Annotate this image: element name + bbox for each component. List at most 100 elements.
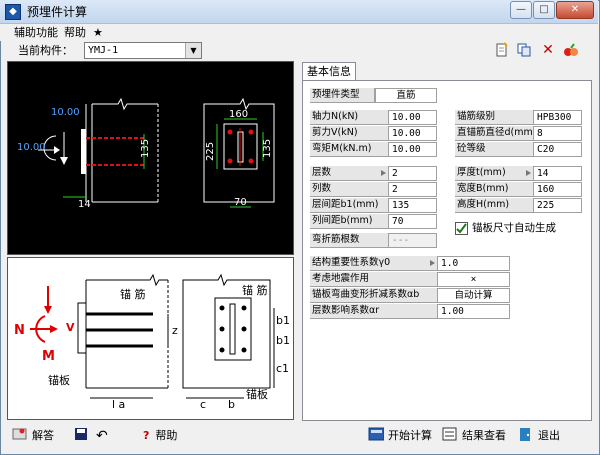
view-result-button[interactable]: 结果查看 [442,427,506,445]
start-calc-button[interactable]: 开始计算 [368,427,432,445]
diag-rebar-dot [219,305,225,311]
cad-rebar-dot [248,158,254,164]
layer-coef-label: 层数影响系数αr [310,304,438,319]
seismic-label: 考虑地震作用 [310,272,438,287]
cad-label-layer-spacing: 135 [262,139,273,158]
cad-rebar-dot [227,129,233,135]
save-button[interactable] [74,427,94,445]
autogen-checkbox[interactable] [455,222,468,235]
maximize-button[interactable]: □ [533,1,555,19]
bend-coef-value[interactable]: 自动计算 [438,288,510,303]
exit-button[interactable]: 退出 [518,427,560,445]
start-calc-button-label: 开始计算 [388,429,432,442]
concrete-value[interactable]: C20 [534,142,582,157]
bent-bars-input[interactable]: --- [389,233,437,248]
bend-coef-label: 锚板弯曲变形折减系数αb [310,288,438,303]
diag-label-c: c [200,398,206,411]
shear-label: 剪力V(kN) [310,126,389,141]
bent-bars-label: 弯折筋根数 [310,233,389,248]
col-spacing-input[interactable]: 70 [389,214,437,229]
tab-basic-info[interactable]: 基本信息 [302,62,356,81]
grade-label: 锚筋级别 [455,110,534,125]
cad-rebar-dot [227,158,233,164]
help-button-label: 帮助 [155,429,178,442]
flag-icon [526,170,531,176]
axial-input[interactable]: 10.00 [389,110,437,125]
diag-label-v: V [66,321,75,334]
schematic-drawing: 锚 筋 V N M z 锚板 l a 锚 筋 b1 b1 c1 c b 锚板 [14,273,290,411]
cad-label-thickness: 14 [78,199,91,210]
layer-spacing-input[interactable]: 135 [389,198,437,213]
toolbar: 当前构件： YMJ-1 ▼ ✕ [0,41,598,60]
diag-label-m: M [42,349,55,364]
delete-icon[interactable]: ✕ [540,42,556,58]
menu-favorite[interactable]: ★ [89,25,107,40]
menu-aux[interactable]: 辅助功能 [10,25,62,40]
diag-anchor-plate [77,302,87,354]
component-select-value: YMJ-1 [88,45,119,56]
cad-preview-drawing: 10.00 10.00 135 14 160 225 135 70 [17,97,275,210]
cad-label-axial: 10.00 [17,142,46,153]
diag-label-c1: c1 [276,362,289,375]
importance-label-text: 结构重要性系数γ0 [312,257,391,268]
axial-label: 轴力N(kN) [310,110,389,125]
seismic-toggle[interactable]: × [438,272,510,287]
moment-input[interactable]: 10.00 [389,142,437,157]
diameter-value[interactable]: 8 [534,126,582,141]
diag-label-plate-right: 锚板 [246,387,268,401]
moment-label: 弯矩M(kN.m) [310,142,389,157]
component-library-icon[interactable] [562,42,578,58]
undo-icon: ↶ [96,428,108,444]
width-input[interactable]: 160 [534,182,582,197]
new-document-icon[interactable] [494,42,510,58]
concrete-label: 砼等级 [455,142,534,157]
thickness-label: 厚度t(mm) [455,166,534,181]
cad-preview: 10.00 10.00 135 14 160 225 135 70 [7,61,294,255]
question-icon: ? [143,429,150,442]
help-button[interactable]: ? 帮助 [143,427,177,445]
cad-anchor-plate [81,129,86,174]
undo-button[interactable]: ↶ [96,427,108,445]
close-button[interactable]: ✕ [556,1,594,19]
layers-input[interactable]: 2 [389,166,437,181]
layer-coef-input[interactable]: 1.00 [438,304,510,319]
layer-spacing-label: 层间距b1(mm) [310,198,389,213]
diag-label-b1-bottom: b1 [276,334,290,347]
importance-input[interactable]: 1.0 [438,256,510,271]
diag-break-line [86,273,168,287]
diag-rebar-dot [219,347,225,353]
save-icon [75,428,87,440]
answer-button-label: 解答 [32,429,54,442]
type-label: 预埋件类型 [310,88,375,103]
diag-label-plate-left: 锚板 [48,373,70,387]
diag-section-rebar [229,303,236,355]
component-library-icon-svg [564,43,578,56]
grade-value[interactable]: HPB300 [534,110,582,125]
minimize-button[interactable]: — [510,1,532,19]
diag-label-b1-top: b1 [276,314,290,327]
height-input[interactable]: 225 [534,198,582,213]
diag-label-rebar-left: 锚 筋 [120,287,146,301]
cols-input[interactable]: 2 [389,182,437,197]
title-bar: ◆ 预埋件计算 — □ ✕ [0,0,598,24]
autogen-label[interactable]: 锚板尺寸自动生成 [472,221,556,235]
schematic-diagram: 锚 筋 V N M z 锚板 l a 锚 筋 b1 b1 c1 c b 锚板 [7,257,294,420]
thickness-input[interactable]: 14 [534,166,582,181]
cols-label: 列数 [310,182,389,197]
diag-rebar-dot [241,347,247,353]
shear-input[interactable]: 10.00 [389,126,437,141]
current-component-label: 当前构件： [18,44,73,57]
view-result-button-label: 结果查看 [462,429,506,442]
copy-icon[interactable] [516,42,532,58]
diag-label-n: N [14,323,25,338]
chevron-down-icon: ▼ [185,43,201,58]
answer-button[interactable]: 解答 [12,427,54,445]
component-select[interactable]: YMJ-1 ▼ [84,42,202,59]
thickness-label-text: 厚度t(mm) [457,167,506,178]
book-icon [12,428,27,440]
menu-help[interactable]: 帮助 [60,25,90,40]
type-value[interactable]: 直筋 [375,88,437,103]
diag-arrowhead [44,306,52,314]
cad-label-width: 160 [229,109,248,120]
diag-rebar-dot [241,326,247,332]
